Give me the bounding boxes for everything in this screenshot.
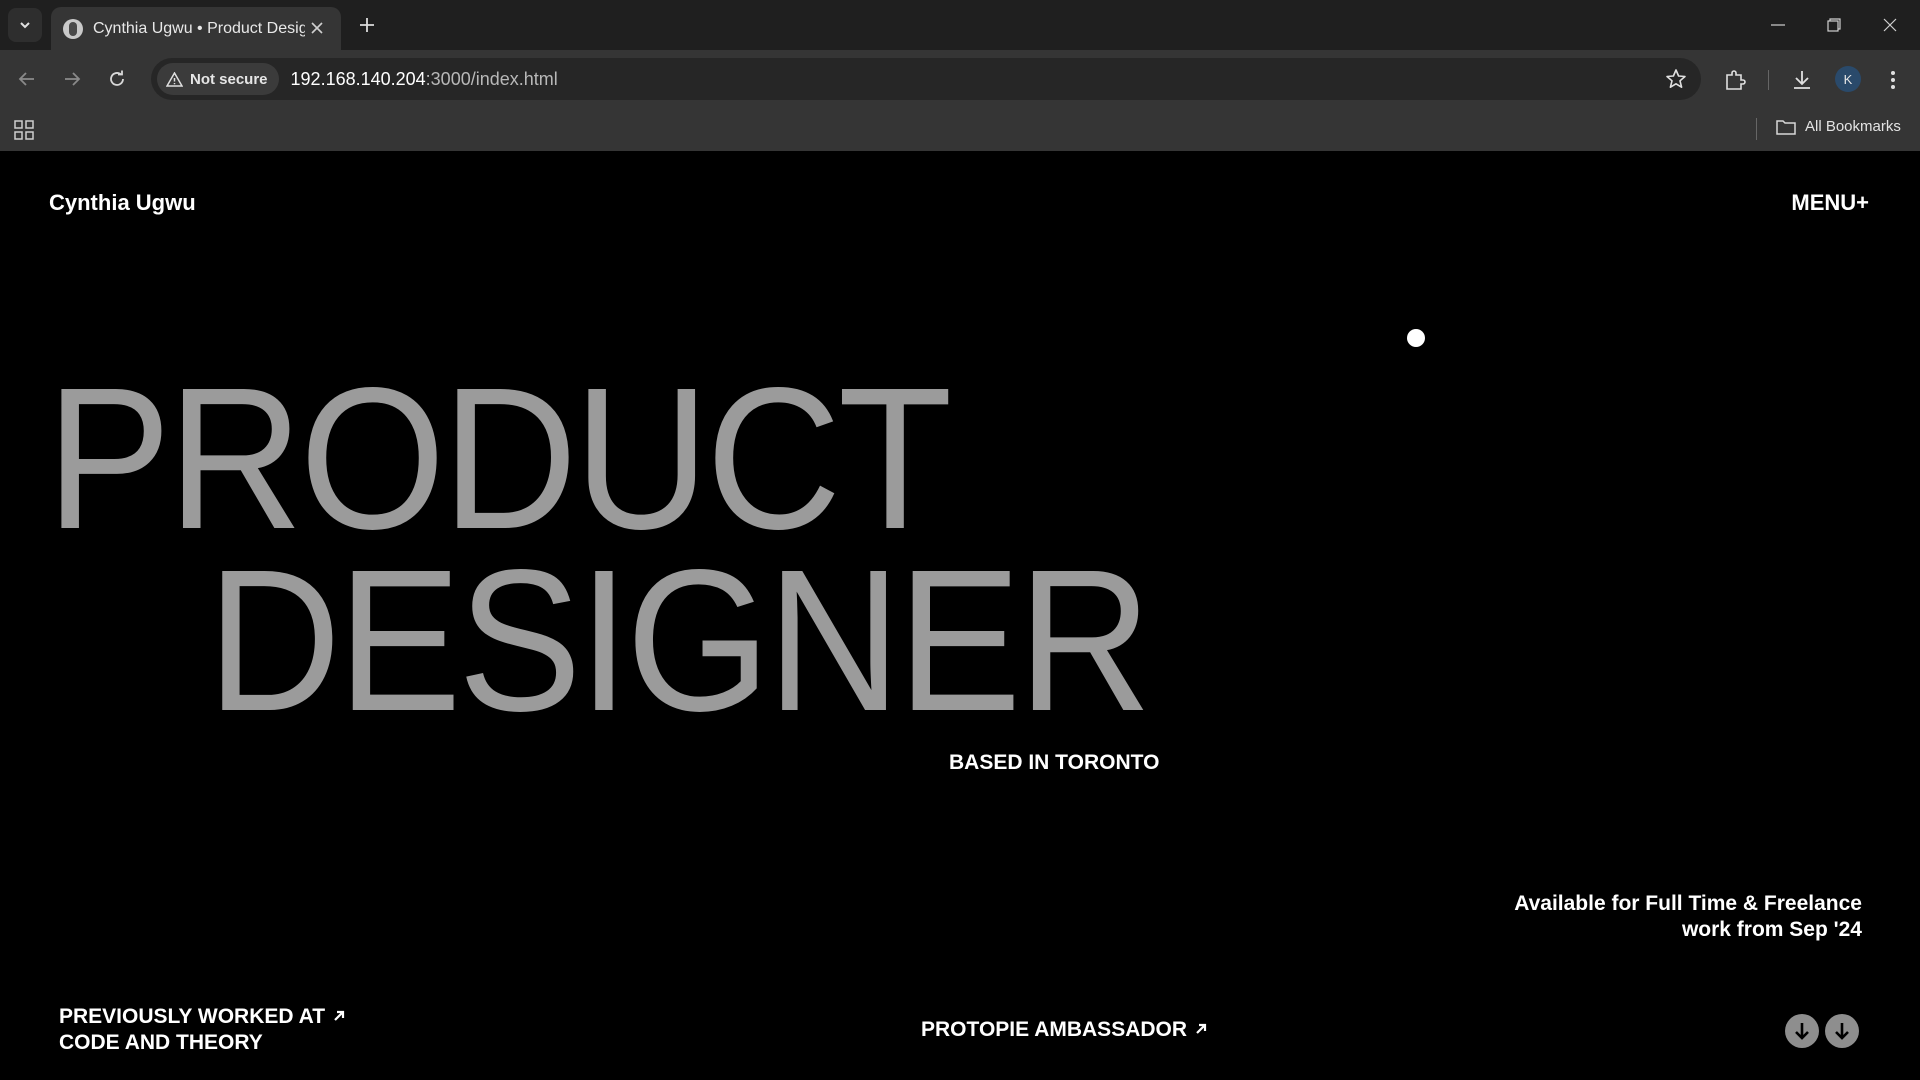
location-text: BASED IN TORONTO bbox=[949, 751, 1160, 774]
all-bookmarks-label: All Bookmarks bbox=[1805, 118, 1901, 135]
url-text[interactable]: 192.168.140.204:3000/index.html bbox=[291, 69, 558, 90]
bookmark-star-button[interactable] bbox=[1665, 68, 1687, 95]
hero-heading-line-2: DESIGNER bbox=[207, 527, 1152, 753]
address-bar[interactable]: Not secure 192.168.140.204:3000/index.ht… bbox=[151, 58, 1701, 100]
cursor-dot bbox=[1407, 329, 1425, 347]
tab-strip: Cynthia Ugwu • Product Design bbox=[0, 0, 1920, 50]
folder-icon bbox=[1776, 119, 1796, 135]
minimize-button[interactable] bbox=[1750, 0, 1806, 50]
reload-icon bbox=[110, 70, 124, 86]
forward-button[interactable] bbox=[57, 64, 87, 94]
page-viewport: Cynthia Ugwu MENU+ PRODUCT DESIGNER BASE… bbox=[0, 151, 1920, 1080]
arrow-up-right-icon bbox=[1196, 1023, 1207, 1034]
tab-title: Cynthia Ugwu • Product Design bbox=[93, 19, 305, 37]
star-icon bbox=[1666, 69, 1686, 88]
menu-button[interactable]: MENU+ bbox=[1791, 190, 1869, 216]
tab-search-button[interactable] bbox=[8, 8, 42, 42]
download-icon bbox=[1794, 71, 1810, 89]
scroll-down-button[interactable] bbox=[1785, 1014, 1819, 1048]
all-bookmarks-button[interactable]: All Bookmarks bbox=[1776, 118, 1901, 135]
minimize-icon bbox=[1771, 24, 1785, 26]
back-icon bbox=[18, 72, 34, 86]
reload-button[interactable] bbox=[102, 64, 132, 94]
extensions-button[interactable] bbox=[1721, 66, 1749, 94]
protopie-ambassador-link[interactable]: PROTOPIE AMBASSADOR bbox=[921, 1017, 1207, 1043]
downloads-button[interactable] bbox=[1788, 66, 1816, 94]
availability-line-1: Available for Full Time & Freelance bbox=[1514, 892, 1862, 915]
restore-button[interactable] bbox=[1806, 0, 1862, 50]
forward-icon bbox=[65, 72, 81, 86]
protopie-ambassador-label: PROTOPIE AMBASSADOR bbox=[921, 1018, 1188, 1041]
warning-icon bbox=[166, 71, 183, 87]
plus-icon bbox=[360, 18, 374, 32]
arrow-down-icon bbox=[1835, 1023, 1849, 1040]
previous-work-link[interactable]: PREVIOUSLY WORKED AT CODE AND THEORY bbox=[59, 1004, 345, 1056]
availability-text: Available for Full Time & Freelance work… bbox=[1412, 891, 1862, 943]
favicon-icon bbox=[63, 18, 83, 39]
restore-icon bbox=[1827, 18, 1841, 32]
more-menu-button[interactable] bbox=[1879, 66, 1907, 94]
arrow-down-icon bbox=[1795, 1023, 1809, 1040]
extensions-icon bbox=[1726, 70, 1746, 90]
tab-close-button[interactable] bbox=[305, 18, 329, 39]
security-chip[interactable]: Not secure bbox=[157, 63, 279, 95]
close-icon bbox=[311, 22, 323, 34]
previous-work-line-1: PREVIOUSLY WORKED AT bbox=[59, 1005, 326, 1028]
url-host: 192.168.140.204 bbox=[290, 68, 426, 89]
arrow-up-right-icon bbox=[334, 1010, 345, 1021]
apps-button[interactable] bbox=[14, 120, 34, 145]
apps-icon bbox=[14, 120, 34, 140]
previous-work-line-2: CODE AND THEORY bbox=[59, 1031, 263, 1054]
close-window-icon bbox=[1883, 18, 1897, 32]
active-tab[interactable]: Cynthia Ugwu • Product Design bbox=[51, 7, 341, 50]
new-tab-button[interactable] bbox=[352, 10, 382, 40]
bookmarks-separator bbox=[1756, 118, 1757, 140]
site-brand-link[interactable]: Cynthia Ugwu bbox=[49, 190, 196, 216]
more-icon bbox=[1891, 71, 1895, 89]
browser-toolbar: Not secure 192.168.140.204:3000/index.ht… bbox=[0, 50, 1920, 108]
availability-line-2: work from Sep '24 bbox=[1681, 918, 1862, 941]
security-label: Not secure bbox=[190, 70, 268, 88]
toolbar-separator bbox=[1768, 70, 1769, 90]
back-button[interactable] bbox=[12, 64, 42, 94]
scroll-down-button-2[interactable] bbox=[1825, 1014, 1859, 1048]
url-path: :3000/index.html bbox=[425, 68, 558, 89]
close-window-button[interactable] bbox=[1862, 0, 1918, 50]
bookmarks-bar: All Bookmarks bbox=[0, 108, 1920, 151]
profile-avatar[interactable]: K bbox=[1835, 66, 1861, 92]
tab-search-icon bbox=[20, 22, 30, 29]
